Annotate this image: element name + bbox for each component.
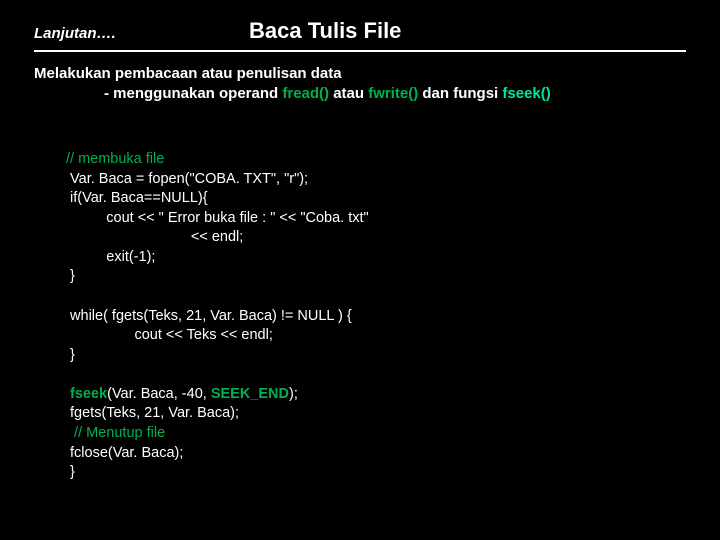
keyword-fread: fread(): [282, 85, 329, 102]
code-block: // membuka file Var. Baca = fopen("COBA.…: [34, 131, 686, 503]
keyword-fseek: fseek(): [502, 85, 550, 102]
code-line: }: [66, 347, 75, 363]
code-line: fgets(Teks, 21, Var. Baca);: [66, 405, 239, 421]
comment-open: // membuka file: [66, 151, 164, 167]
continuation-label: Lanjutan….: [34, 25, 249, 42]
code-line: fseek(Var. Baca, -40, SEEK_END);: [66, 386, 298, 402]
code-line: exit(-1);: [66, 249, 155, 265]
intro-text: Melakukan pembacaan atau penulisan data …: [34, 64, 686, 105]
code-line: }: [66, 464, 75, 480]
keyword-fwrite: fwrite(): [368, 85, 418, 102]
slide-title: Baca Tulis File: [249, 18, 401, 44]
code-line: fclose(Var. Baca);: [66, 445, 183, 461]
keyword-fseek-call: fseek: [70, 386, 107, 402]
slide: Lanjutan…. Baca Tulis File Melakukan pem…: [0, 0, 720, 502]
code-line: while( fgets(Teks, 21, Var. Baca) != NUL…: [66, 308, 352, 324]
code-line: }: [66, 268, 75, 284]
code-line: cout << " Error buka file : " << "Coba. …: [66, 210, 369, 226]
code-line: << endl;: [66, 229, 243, 245]
intro-line-1: Melakukan pembacaan atau penulisan data: [34, 64, 686, 84]
code-line: if(Var. Baca==NULL){: [66, 190, 208, 206]
intro-mid2: dan fungsi: [418, 85, 502, 102]
comment-close: // Menutup file: [66, 425, 165, 441]
intro-mid1: atau: [329, 85, 368, 102]
divider: [34, 50, 686, 52]
code-line: cout << Teks << endl;: [66, 327, 273, 343]
intro-line-2: - menggunakan operand fread() atau fwrit…: [34, 84, 686, 104]
keyword-seek-end: SEEK_END: [211, 386, 289, 402]
code-line: Var. Baca = fopen("COBA. TXT", "r");: [66, 171, 308, 187]
header-row: Lanjutan…. Baca Tulis File: [34, 18, 686, 44]
intro-pre: - menggunakan operand: [104, 85, 282, 102]
